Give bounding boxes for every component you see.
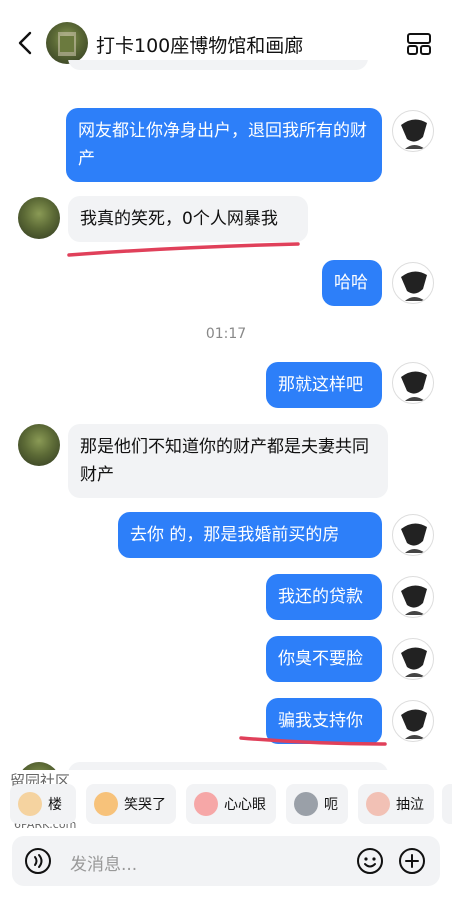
emoji-label: 心心眼 bbox=[224, 797, 266, 813]
emoji-label: 抽泣 bbox=[396, 797, 424, 813]
back-arrow-icon[interactable] bbox=[14, 30, 38, 56]
add-attachment-icon[interactable] bbox=[398, 847, 426, 875]
message-bubble-outgoing[interactable]: 哈哈 bbox=[322, 260, 382, 306]
message-text: 那是他们不知道你的财产都是夫妻共同财产 bbox=[80, 437, 369, 485]
laughing-cat-emoji-icon bbox=[94, 792, 118, 816]
emoji-suggestion-bar: 楼 笑哭了 心心眼 呃 抽泣 bbox=[0, 784, 452, 830]
emoji-label: 楼 bbox=[48, 797, 62, 813]
contact-avatar[interactable] bbox=[18, 197, 60, 239]
emoji-chip[interactable]: 抽泣 bbox=[358, 784, 434, 824]
message-text: 骗我支持你 bbox=[278, 711, 363, 731]
message-bubble-outgoing[interactable]: 那就这样吧 bbox=[266, 362, 382, 408]
grey-cat-emoji-icon bbox=[294, 792, 318, 816]
my-avatar[interactable] bbox=[392, 110, 434, 152]
contact-avatar[interactable] bbox=[18, 424, 60, 466]
message-text: 你臭不要脸 bbox=[278, 649, 363, 669]
message-text: 我真的笑死，0个人网暴我 bbox=[80, 209, 278, 229]
emoji-chip[interactable] bbox=[442, 784, 452, 824]
message-input-bar: 发消息... bbox=[12, 836, 440, 886]
emoji-chip[interactable]: 呃 bbox=[286, 784, 348, 824]
emoji-picker-icon[interactable] bbox=[356, 847, 384, 875]
message-bubble-partial bbox=[68, 762, 388, 770]
emoji-chip[interactable]: 楼 bbox=[10, 784, 76, 824]
chat-avatar[interactable] bbox=[46, 22, 88, 64]
message-bubble-incoming[interactable]: 我真的笑死，0个人网暴我 bbox=[68, 196, 308, 242]
my-avatar[interactable] bbox=[392, 514, 434, 556]
message-text: 去你 的，那是我婚前买的房 bbox=[130, 525, 340, 545]
message-bubble-partial bbox=[68, 60, 368, 70]
more-menu-icon[interactable] bbox=[406, 31, 432, 57]
red-underline-annotation bbox=[239, 736, 387, 746]
my-avatar[interactable] bbox=[392, 576, 434, 618]
message-bubble-outgoing[interactable]: 去你 的，那是我婚前买的房 bbox=[118, 512, 382, 558]
chat-title: 打卡100座博物馆和画廊 bbox=[96, 35, 304, 57]
emoji-label: 呃 bbox=[324, 797, 338, 813]
message-text: 我还的贷款 bbox=[278, 587, 363, 607]
message-input[interactable]: 发消息... bbox=[70, 850, 137, 875]
my-avatar[interactable] bbox=[392, 700, 434, 742]
my-avatar[interactable] bbox=[392, 362, 434, 404]
contact-avatar[interactable] bbox=[18, 762, 60, 770]
message-bubble-outgoing[interactable]: 我还的贷款 bbox=[266, 574, 382, 620]
cat-emoji-icon bbox=[18, 792, 42, 816]
my-avatar[interactable] bbox=[392, 262, 434, 304]
timestamp: 01:17 bbox=[205, 326, 247, 342]
emoji-chip[interactable]: 心心眼 bbox=[186, 784, 276, 824]
voice-input-icon[interactable] bbox=[24, 847, 52, 875]
red-underline-annotation bbox=[67, 242, 300, 257]
emoji-chip[interactable]: 笑哭了 bbox=[86, 784, 176, 824]
emoji-label: 笑哭了 bbox=[124, 797, 166, 813]
message-bubble-outgoing[interactable]: 网友都让你净身出户，退回我所有的财产 bbox=[66, 108, 382, 182]
message-text: 哈哈 bbox=[334, 273, 368, 293]
message-list[interactable]: 网友都让你净身出户，退回我所有的财产 我真的笑死，0个人网暴我 哈哈 01:17… bbox=[0, 60, 452, 770]
my-avatar[interactable] bbox=[392, 638, 434, 680]
message-text: 那就这样吧 bbox=[278, 375, 363, 395]
message-bubble-outgoing[interactable]: 你臭不要脸 bbox=[266, 636, 382, 682]
crying-cat-emoji-icon bbox=[366, 792, 390, 816]
message-text: 网友都让你净身出户，退回我所有的财产 bbox=[78, 121, 367, 169]
heart-eyes-emoji-icon bbox=[194, 792, 218, 816]
message-bubble-incoming[interactable]: 那是他们不知道你的财产都是夫妻共同财产 bbox=[68, 424, 388, 498]
